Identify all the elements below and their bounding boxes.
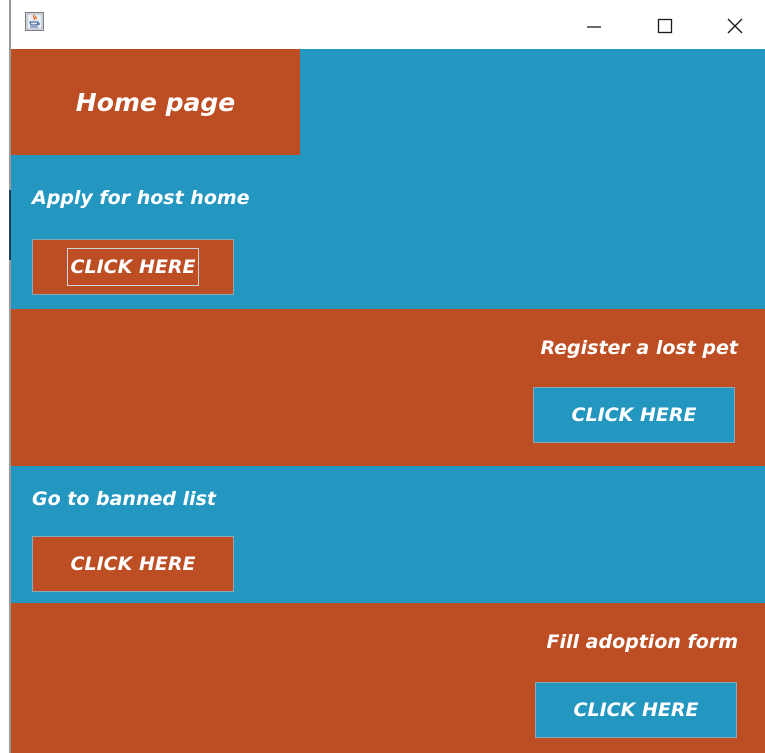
minimize-icon — [587, 26, 601, 28]
banned-list-button-label: CLICK HERE — [70, 553, 196, 575]
section-adoption-form: Fill adoption form CLICK HERE — [11, 603, 765, 753]
section-host-home: Apply for host home CLICK HERE — [11, 157, 765, 309]
header-band: Home page — [11, 49, 765, 157]
banned-list-button[interactable]: CLICK HERE — [32, 536, 234, 592]
section-lost-pet: Register a lost pet CLICK HERE — [11, 309, 765, 466]
adoption-form-label: Fill adoption form — [546, 631, 738, 653]
maximize-button[interactable] — [636, 0, 692, 49]
close-button[interactable] — [707, 0, 763, 49]
home-page-tab: Home page — [11, 49, 300, 155]
java-app-icon[interactable] — [25, 12, 44, 31]
section-banned-list: Go to banned list CLICK HERE — [11, 466, 765, 603]
maximize-icon — [657, 18, 673, 34]
page-title: Home page — [75, 87, 236, 117]
lost-pet-button-label: CLICK HERE — [571, 404, 697, 426]
close-icon — [727, 18, 743, 34]
adoption-form-button-label: CLICK HERE — [573, 699, 699, 721]
banned-list-label: Go to banned list — [32, 488, 217, 510]
lost-pet-label: Register a lost pet — [540, 337, 738, 359]
minimize-button[interactable] — [566, 0, 622, 49]
host-home-button[interactable]: CLICK HERE — [32, 239, 234, 295]
title-bar[interactable] — [11, 0, 765, 49]
host-home-label: Apply for host home — [32, 187, 250, 209]
lost-pet-button[interactable]: CLICK HERE — [533, 387, 735, 443]
host-home-button-label: CLICK HERE — [66, 248, 200, 286]
main-panel: Home page Apply for host home CLICK HERE… — [11, 49, 765, 753]
adoption-form-button[interactable]: CLICK HERE — [535, 682, 737, 738]
app-window: Home page Apply for host home CLICK HERE… — [0, 0, 765, 753]
